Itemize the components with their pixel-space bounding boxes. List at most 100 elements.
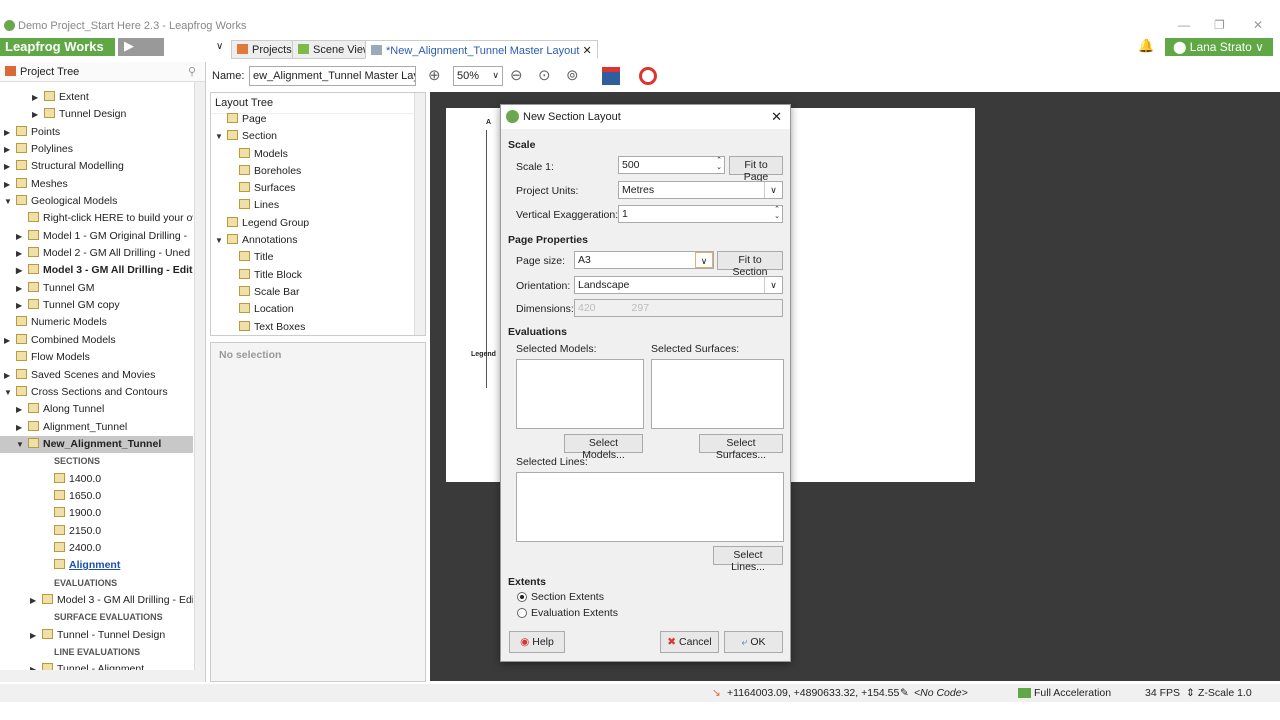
tree-item[interactable]: ▼ Cross Sections and Contours [0, 384, 193, 401]
expand-arrow-icon[interactable]: ▶ [16, 297, 28, 314]
tree-item[interactable]: ▶ Model 3 - GM All Drilling - Edit [0, 262, 193, 279]
expand-arrow-icon[interactable]: ▶ [32, 106, 44, 123]
tree-item[interactable]: ▶ Along Tunnel [0, 401, 193, 418]
close-tab-icon[interactable]: ✕ [582, 45, 591, 57]
tree-item[interactable]: ▶ Combined Models [0, 332, 193, 349]
tree-item[interactable]: 1650.0 [0, 488, 193, 505]
maximize-button[interactable]: ❐ [1214, 18, 1225, 32]
expand-arrow-icon[interactable]: ▶ [16, 419, 28, 436]
expand-arrow-icon[interactable]: ▼ [4, 384, 16, 401]
layout-tree-item[interactable]: Page [211, 111, 309, 128]
app-menu-button[interactable]: Leapfrog Works ∨ [0, 38, 115, 69]
tree-horizontal-scrollbar[interactable] [0, 670, 205, 682]
tree-item[interactable]: ▶ Tunnel - Tunnel Design [0, 627, 193, 644]
expand-arrow-icon[interactable]: ▶ [4, 141, 16, 158]
tree-item[interactable]: Flow Models [0, 349, 193, 366]
tree-item[interactable]: ▶ Saved Scenes and Movies [0, 367, 193, 384]
user-menu-button[interactable]: ⬤ Lana Strato ∨ [1165, 38, 1273, 56]
zoom-out-icon[interactable]: ⊖ [510, 66, 523, 84]
layout-tree-item[interactable]: Location [211, 301, 309, 318]
zoom-select[interactable]: 50% ∨ [453, 66, 503, 86]
search-icon[interactable]: ⚲ [188, 65, 196, 78]
tree-item[interactable]: Right-click HERE to build your ow [0, 210, 193, 227]
save-icon[interactable] [602, 67, 620, 85]
expand-arrow-icon[interactable]: ▶ [4, 332, 16, 349]
fit-to-section-button[interactable]: Fit to Section [717, 251, 783, 278]
section-extents-radio[interactable] [517, 592, 527, 602]
tree-item[interactable]: ▼ Geological Models [0, 193, 193, 210]
notification-bell-icon[interactable]: 🔔 [1138, 38, 1154, 54]
tree-item[interactable]: ▶ Meshes [0, 176, 193, 193]
minimize-button[interactable]: — [1178, 18, 1190, 32]
tree-item[interactable]: ▶ Alignment_Tunnel [0, 419, 193, 436]
selected-models-list[interactable] [516, 359, 644, 429]
layout-tree-item[interactable]: Text Boxes [211, 319, 309, 336]
expand-arrow-icon[interactable]: ▶ [30, 592, 42, 609]
expand-arrow-icon[interactable]: ▶ [16, 280, 28, 297]
tab-master-layout[interactable]: *New_Alignment_Tunnel Master Layout ✕ [365, 40, 598, 59]
tree-item[interactable]: Numeric Models [0, 314, 193, 331]
zoom-in-icon[interactable]: ⊕ [428, 66, 441, 84]
tree-item[interactable]: ▼ New_Alignment_Tunnel [0, 435, 193, 454]
close-dialog-button[interactable]: ✕ [771, 109, 782, 125]
expand-arrow-icon[interactable]: ▼ [16, 436, 28, 453]
zoom-fit-icon[interactable]: ⊙ [538, 66, 551, 84]
layout-tree-item[interactable]: Surfaces [211, 180, 309, 197]
layout-tree-item[interactable]: Title [211, 249, 309, 266]
layout-tree-item[interactable]: Models [211, 146, 309, 163]
expand-arrow-icon[interactable]: ▼ [215, 128, 227, 145]
tree-item[interactable]: ▶ Tunnel Design [0, 106, 193, 123]
page-size-select[interactable]: A3 ∨ [574, 251, 714, 269]
project-units-select[interactable]: Metres ∨ [618, 181, 783, 199]
scale-input[interactable]: 500 ⌃ ⌄ [618, 156, 725, 174]
tree-item[interactable]: LINE EVALUATIONS [0, 644, 193, 661]
tree-item[interactable]: 1900.0 [0, 505, 193, 522]
selected-lines-list[interactable] [516, 472, 784, 542]
expand-arrow-icon[interactable]: ▼ [4, 193, 16, 210]
tab-projects[interactable]: Projects [231, 40, 298, 59]
expand-arrow-icon[interactable]: ▶ [4, 176, 16, 193]
layout-tree-item[interactable]: Boreholes [211, 163, 309, 180]
vertical-exaggeration-input[interactable]: 1 ⌃ ⌄ [618, 205, 783, 223]
tree-item[interactable]: ▶ Polylines [0, 141, 193, 158]
layout-name-input[interactable]: ew_Alignment_Tunnel Master Layout [249, 66, 416, 86]
expand-arrow-icon[interactable]: ▶ [4, 124, 16, 141]
layout-tree-item[interactable]: Legend Group [211, 215, 309, 232]
zoom-page-icon[interactable]: ⊚ [566, 66, 579, 84]
code-status[interactable]: <No Code> [914, 687, 968, 699]
evaluation-extents-radio[interactable] [517, 608, 527, 618]
expand-arrow-icon[interactable]: ▶ [16, 401, 28, 418]
tree-item[interactable]: ▶ Tunnel GM copy [0, 297, 193, 314]
tree-item[interactable]: SURFACE EVALUATIONS [0, 609, 193, 626]
tree-item[interactable]: ▶ Structural Modelling [0, 158, 193, 175]
select-surfaces-button[interactable]: Select Surfaces... [699, 434, 783, 461]
play-button[interactable]: ▶ [118, 38, 164, 56]
help-lifebuoy-icon[interactable] [639, 67, 657, 85]
expand-arrow-icon[interactable]: ▶ [16, 228, 28, 245]
layout-tree-item[interactable]: ▼ Annotations [211, 232, 309, 249]
tree-item[interactable]: ▶ Tunnel GM [0, 280, 193, 297]
expand-arrow-icon[interactable]: ▶ [4, 158, 16, 175]
tree-item[interactable]: Alignment [0, 557, 193, 574]
tree-item[interactable]: ▶ Extent [0, 89, 193, 106]
layout-tree-item[interactable]: Lines [211, 197, 309, 214]
layout-tree-item[interactable]: Scale Bar [211, 284, 309, 301]
close-window-button[interactable]: ✕ [1253, 18, 1263, 32]
layout-tree-item[interactable]: ▼ Section [211, 128, 309, 145]
tree-scrollbar[interactable] [194, 82, 205, 670]
expand-arrow-icon[interactable]: ▶ [32, 89, 44, 106]
tabs-dropdown-icon[interactable]: ∨ [216, 41, 223, 52]
select-lines-button[interactable]: Select Lines... [713, 546, 783, 573]
select-models-button[interactable]: Select Models... [564, 434, 643, 461]
tree-item[interactable]: ▶ Points [0, 124, 193, 141]
tree-item[interactable]: ▶ Model 1 - GM Original Drilling - [0, 228, 193, 245]
layout-tree-scrollbar[interactable] [414, 93, 425, 335]
tree-item[interactable]: EVALUATIONS [0, 575, 193, 592]
selected-surfaces-list[interactable] [651, 359, 784, 429]
expand-arrow-icon[interactable]: ▶ [30, 627, 42, 644]
help-button[interactable]: ◉ Help [509, 631, 565, 653]
z-scale-button[interactable]: Z-Scale 1.0 [1198, 687, 1252, 699]
expand-arrow-icon[interactable]: ▶ [4, 367, 16, 384]
tree-item[interactable]: ▶ Model 2 - GM All Drilling - Uned [0, 245, 193, 262]
fit-to-page-button[interactable]: Fit to Page [729, 156, 783, 183]
